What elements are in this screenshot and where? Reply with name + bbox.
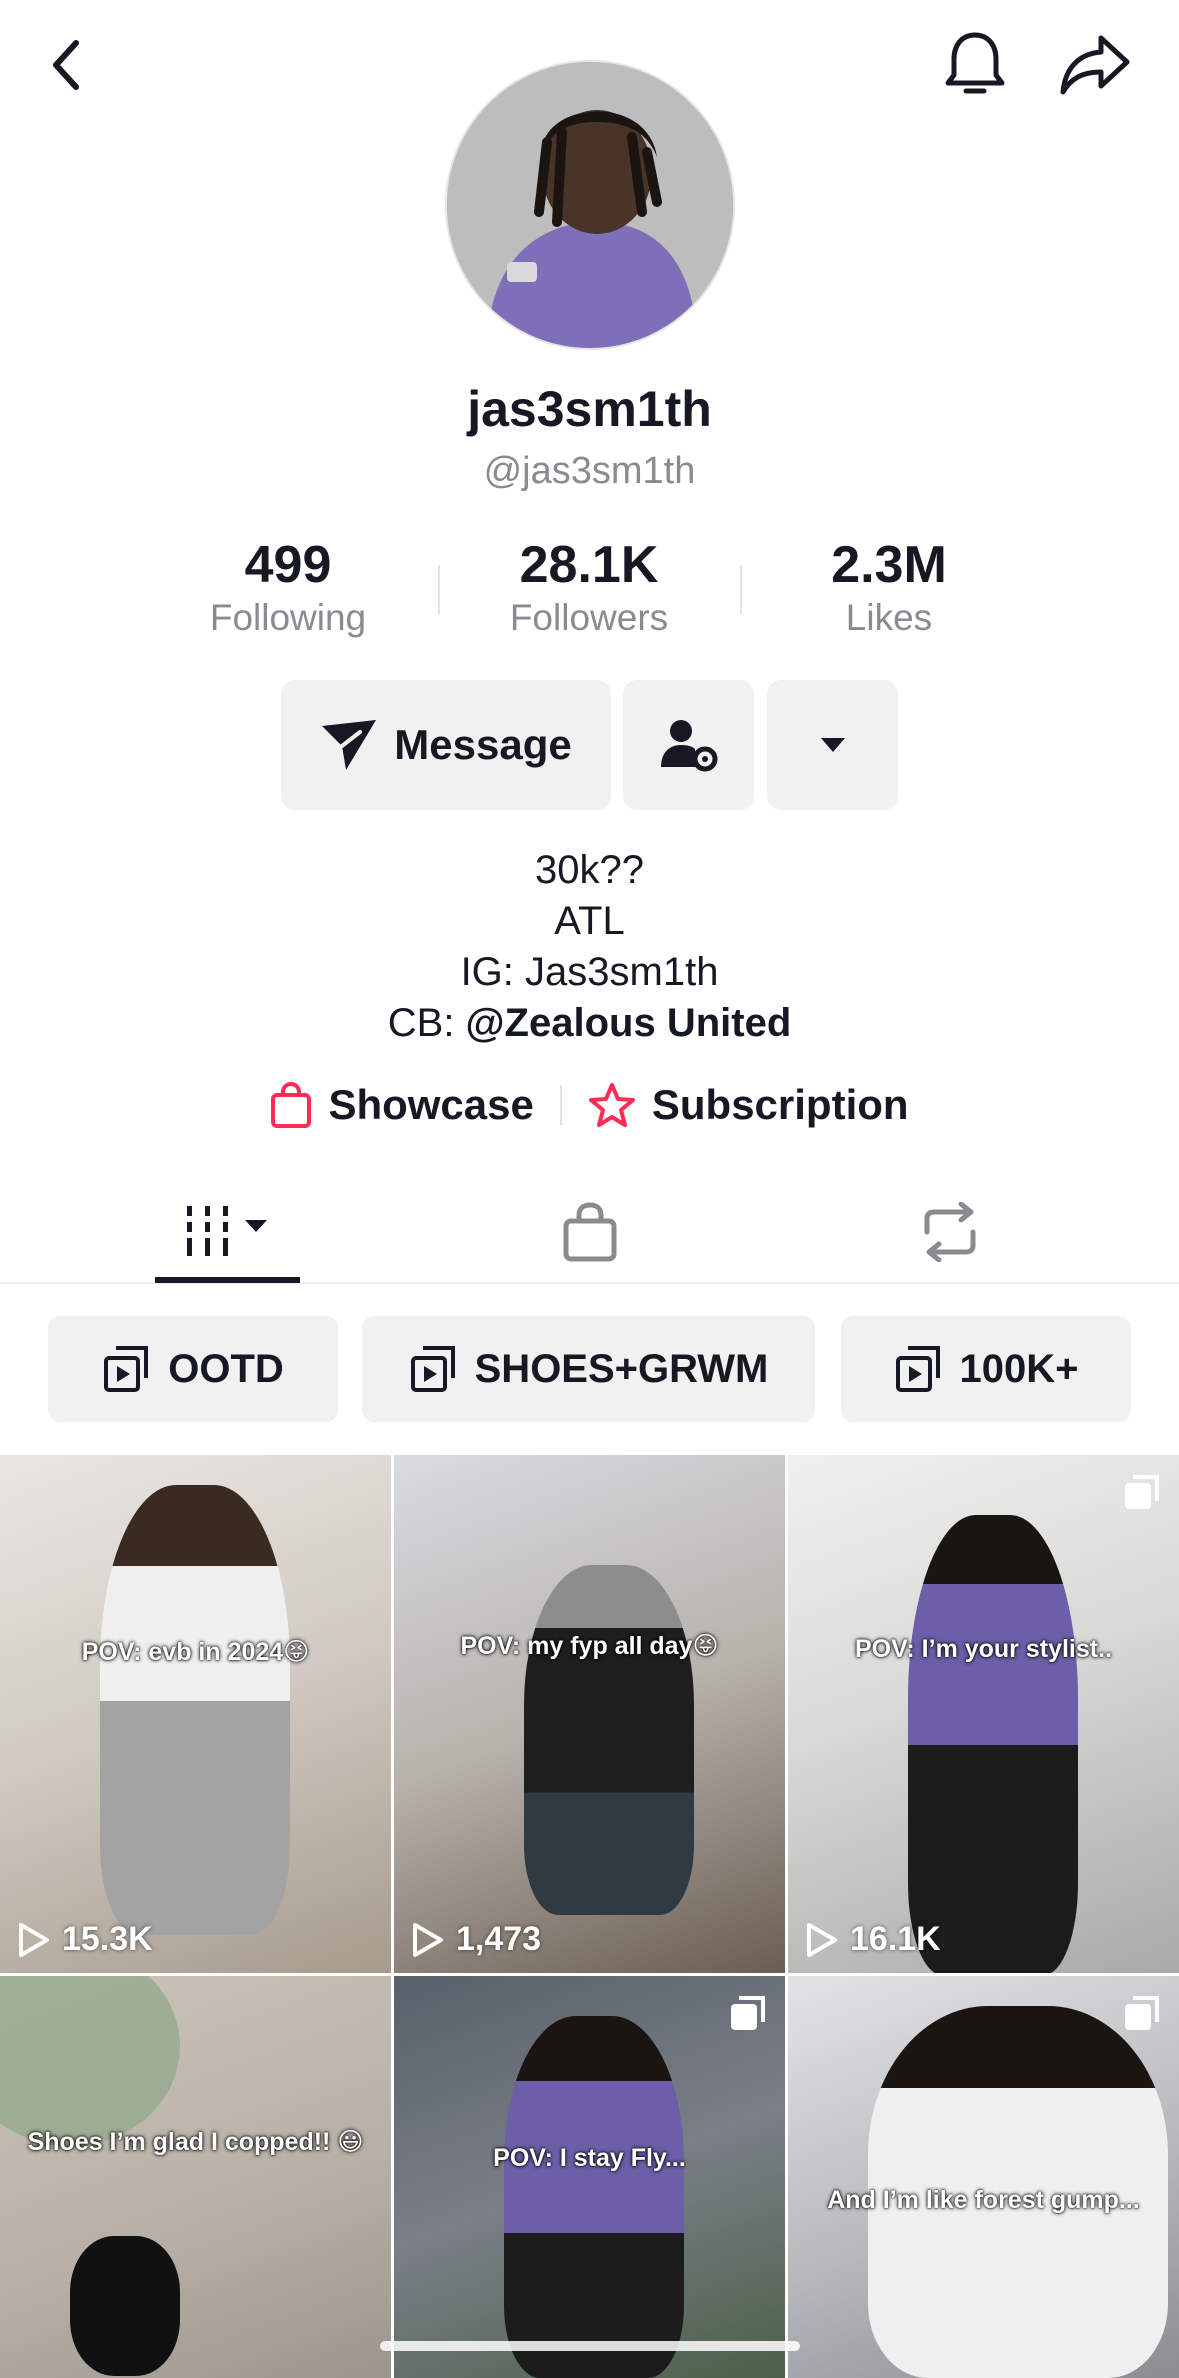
playlist-icon: [104, 1346, 149, 1392]
subscription-label: Subscription: [651, 1081, 909, 1128]
likes-label: Likes: [845, 597, 933, 638]
video-caption: And I’m like forest gump...: [827, 2186, 1140, 2214]
playlists-row: OOTD SHOES+GRWM 100K+: [0, 1316, 1179, 1424]
video-caption: Shoes I’m glad I copped!! 😃: [27, 2128, 364, 2156]
thumbnail-subject: [524, 1565, 694, 1915]
share-arrow-icon: [1060, 35, 1130, 95]
bio-line: CB: @Zealous United: [0, 998, 1179, 1049]
multi-photo-icon: [1125, 1475, 1159, 1509]
playlist-chip[interactable]: SHOES+GRWM: [362, 1316, 815, 1422]
multi-photo-icon: [731, 1996, 765, 2030]
bio-line: ATL: [554, 899, 625, 943]
stat-likes[interactable]: 2.3M Likes: [769, 535, 1009, 641]
bio-prefix: CB:: [387, 1001, 466, 1045]
playlist-chip[interactable]: 100K+: [841, 1316, 1131, 1422]
playlist-icon: [410, 1346, 455, 1392]
play-icon: [807, 1922, 837, 1957]
bio-line: IG: Jas3sm1th: [460, 950, 719, 994]
subscription-link[interactable]: Subscription: [588, 1081, 909, 1129]
back-button[interactable]: [36, 30, 96, 100]
stat-following[interactable]: 499 Following: [168, 535, 408, 641]
view-count-value: 1,473: [456, 1920, 542, 1958]
bell-icon: [945, 32, 1005, 94]
video-thumbnail[interactable]: POV: I’m your stylist.. 16.1K: [788, 1455, 1179, 1973]
thumbnail-subject: [70, 2236, 180, 2376]
username-handle: @jas3sm1th: [483, 450, 696, 492]
shopping-bag-icon: [563, 1202, 617, 1262]
followers-count: 28.1K: [519, 536, 659, 594]
video-thumbnail[interactable]: POV: I stay Fly...: [394, 1976, 785, 2378]
playlist-label: SHOES+GRWM: [474, 1346, 769, 1391]
profile-stats: 499 Following 28.1K Followers 2.3M Likes: [0, 535, 1179, 645]
content-tabs: [0, 1180, 1179, 1284]
tab-shop[interactable]: [520, 1180, 660, 1284]
video-thumbnail[interactable]: Shoes I’m glad I copped!! 😃: [0, 1976, 391, 2378]
share-button[interactable]: [1050, 25, 1140, 105]
link-divider: [559, 1085, 562, 1125]
profile-links: Showcase Subscription: [0, 1070, 1179, 1140]
profile-actions: Message: [0, 680, 1179, 812]
playlist-label: OOTD: [168, 1346, 284, 1391]
home-indicator[interactable]: [380, 2341, 800, 2351]
video-caption: POV: my fyp all day😝: [460, 1632, 719, 1660]
active-tab-indicator: [155, 1277, 300, 1283]
stat-divider: [740, 565, 742, 615]
tab-videos[interactable]: [155, 1180, 300, 1284]
friends-settings-button[interactable]: [623, 680, 754, 810]
bio: 30k?? ATL IG: Jas3sm1th CB: @Zealous Uni…: [0, 845, 1179, 1049]
caret-down-icon: [820, 738, 845, 752]
thumbnail-subject: [100, 1485, 290, 1935]
bio-line: 30k??: [535, 848, 644, 892]
view-count-value: 16.1K: [850, 1920, 941, 1958]
message-button-label: Message: [394, 721, 572, 768]
following-count: 499: [244, 536, 332, 594]
view-count-value: 15.3K: [62, 1920, 153, 1958]
paper-plane-icon: [322, 720, 377, 770]
tab-reposts[interactable]: [880, 1180, 1020, 1284]
video-caption: POV: I stay Fly...: [493, 2144, 686, 2172]
likes-count: 2.3M: [831, 536, 947, 594]
video-caption: POV: evb in 2024😝: [81, 1638, 310, 1666]
repost-icon: [924, 1202, 976, 1262]
chevron-left-icon: [53, 40, 79, 90]
user-gear-icon: [660, 720, 717, 772]
followers-label: Followers: [509, 597, 669, 638]
grid-bars-icon: [186, 1206, 267, 1256]
notifications-button[interactable]: [935, 25, 1015, 105]
multi-photo-icon: [1125, 1996, 1159, 2030]
star-icon: [588, 1083, 635, 1127]
stat-divider: [438, 565, 440, 615]
playlist-icon: [895, 1346, 940, 1392]
display-name: jas3sm1th: [467, 381, 712, 437]
view-count: 1,473: [410, 1920, 541, 1959]
playlist-chip[interactable]: OOTD: [48, 1316, 338, 1422]
view-count: 16.1K: [804, 1920, 941, 1959]
video-thumbnail[interactable]: POV: evb in 2024😝 15.3K: [0, 1455, 391, 1973]
video-grid: POV: evb in 2024😝 15.3K POV: my fyp all …: [0, 1455, 1179, 2378]
video-caption: POV: I’m your stylist..: [854, 1635, 1113, 1663]
avatar-photo: [447, 62, 733, 348]
thumbnail-subject: [0, 1976, 180, 2146]
play-icon: [19, 1922, 49, 1957]
playlist-label: 100K+: [959, 1346, 1079, 1391]
thumbnail-subject: [504, 2016, 684, 2378]
thumbnail-subject: [908, 1515, 1078, 1973]
video-thumbnail[interactable]: And I’m like forest gump...: [788, 1976, 1179, 2378]
message-button[interactable]: Message: [281, 680, 611, 810]
shopping-bag-icon: [271, 1081, 312, 1128]
showcase-label: Showcase: [328, 1081, 534, 1128]
video-thumbnail[interactable]: POV: my fyp all day😝 1,473: [394, 1455, 785, 1973]
stat-followers[interactable]: 28.1K Followers: [469, 535, 709, 641]
more-options-button[interactable]: [767, 680, 898, 810]
avatar[interactable]: [445, 60, 735, 350]
bio-mention-link[interactable]: @Zealous United: [466, 1001, 792, 1045]
view-count: 15.3K: [16, 1920, 153, 1959]
play-icon: [413, 1922, 443, 1957]
showcase-link[interactable]: Showcase: [270, 1081, 534, 1129]
following-label: Following: [209, 597, 367, 638]
